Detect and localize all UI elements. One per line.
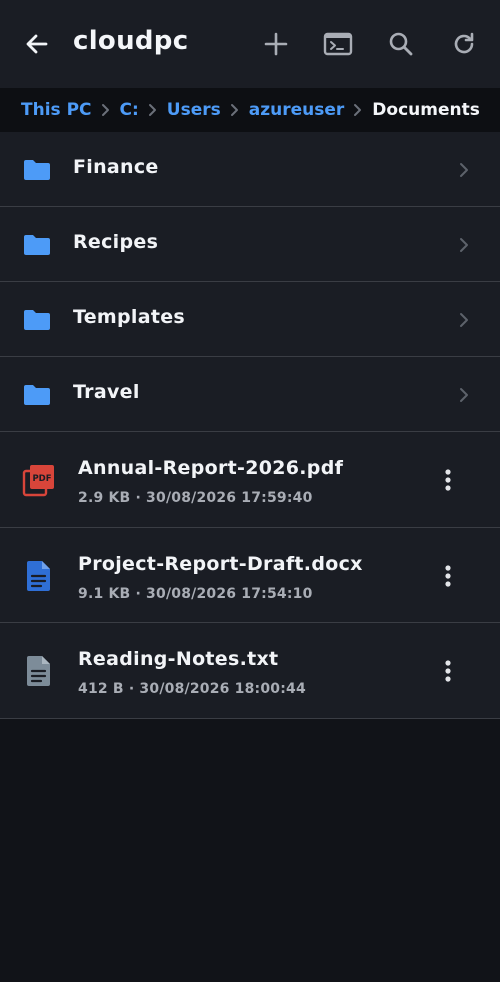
breadcrumb-item[interactable]: azureuser <box>249 100 345 120</box>
more-vertical-icon[interactable] <box>438 563 458 589</box>
folder-icon <box>23 384 51 406</box>
breadcrumb-item[interactable]: This PC <box>21 100 92 120</box>
breadcrumb: This PC C: Users azureuser Documents <box>0 88 500 132</box>
chevron-right-icon <box>221 100 249 120</box>
search-icon[interactable] <box>386 29 416 59</box>
app-title: cloudpc <box>73 26 189 56</box>
chevron-right-icon <box>457 236 471 254</box>
file-row-txt[interactable]: Reading-Notes.txt 412 B · 30/08/2026 18:… <box>0 623 500 719</box>
folder-name: Travel <box>73 381 140 403</box>
more-vertical-icon[interactable] <box>438 467 458 493</box>
file-meta: 9.1 KB · 30/08/2026 17:54:10 <box>78 585 313 602</box>
file-name: Project-Report-Draft.docx <box>78 552 363 575</box>
chevron-right-icon <box>92 100 120 120</box>
chevron-right-icon <box>457 386 471 404</box>
file-manager-screen: cloudpc This PC C: Users azureuser Docum… <box>0 0 500 982</box>
document-icon <box>22 559 56 593</box>
chevron-right-icon <box>457 161 471 179</box>
file-row-docx[interactable]: Project-Report-Draft.docx 9.1 KB · 30/08… <box>0 527 500 623</box>
app-bar: cloudpc <box>0 0 500 88</box>
file-meta: 2.9 KB · 30/08/2026 17:59:40 <box>78 490 313 506</box>
more-vertical-icon[interactable] <box>438 658 458 684</box>
folder-icon <box>23 234 51 256</box>
folder-row-travel[interactable]: Travel <box>0 357 500 432</box>
text-file-icon <box>22 654 56 688</box>
breadcrumb-item[interactable]: Users <box>167 100 221 120</box>
folder-name: Templates <box>73 306 186 328</box>
folder-row-finance[interactable]: Finance <box>0 132 500 207</box>
breadcrumb-current: Documents <box>372 100 480 120</box>
file-row-pdf[interactable]: PDF Annual-Report-2026.pdf 2.9 KB · 30/0… <box>0 432 500 528</box>
folder-icon <box>23 309 51 331</box>
file-name: Reading-Notes.txt <box>78 648 279 670</box>
terminal-icon[interactable] <box>323 29 353 59</box>
pdf-icon: PDF <box>22 463 56 497</box>
chevron-right-icon <box>457 311 471 329</box>
folder-row-recipes[interactable]: Recipes <box>0 207 500 282</box>
file-meta: 412 B · 30/08/2026 18:00:44 <box>78 681 306 697</box>
chevron-right-icon <box>344 100 372 120</box>
folder-name: Recipes <box>73 231 159 253</box>
breadcrumb-item[interactable]: C: <box>120 100 139 120</box>
folder-row-templates[interactable]: Templates <box>0 282 500 357</box>
folder-name: Finance <box>73 156 159 178</box>
arrow-back-icon[interactable] <box>22 29 52 59</box>
chevron-right-icon <box>139 100 167 120</box>
plus-icon[interactable] <box>261 29 291 59</box>
refresh-icon[interactable] <box>449 29 479 59</box>
file-name: Annual-Report-2026.pdf <box>78 457 344 479</box>
pdf-badge-text: PDF <box>32 474 51 484</box>
folder-icon <box>23 159 51 181</box>
